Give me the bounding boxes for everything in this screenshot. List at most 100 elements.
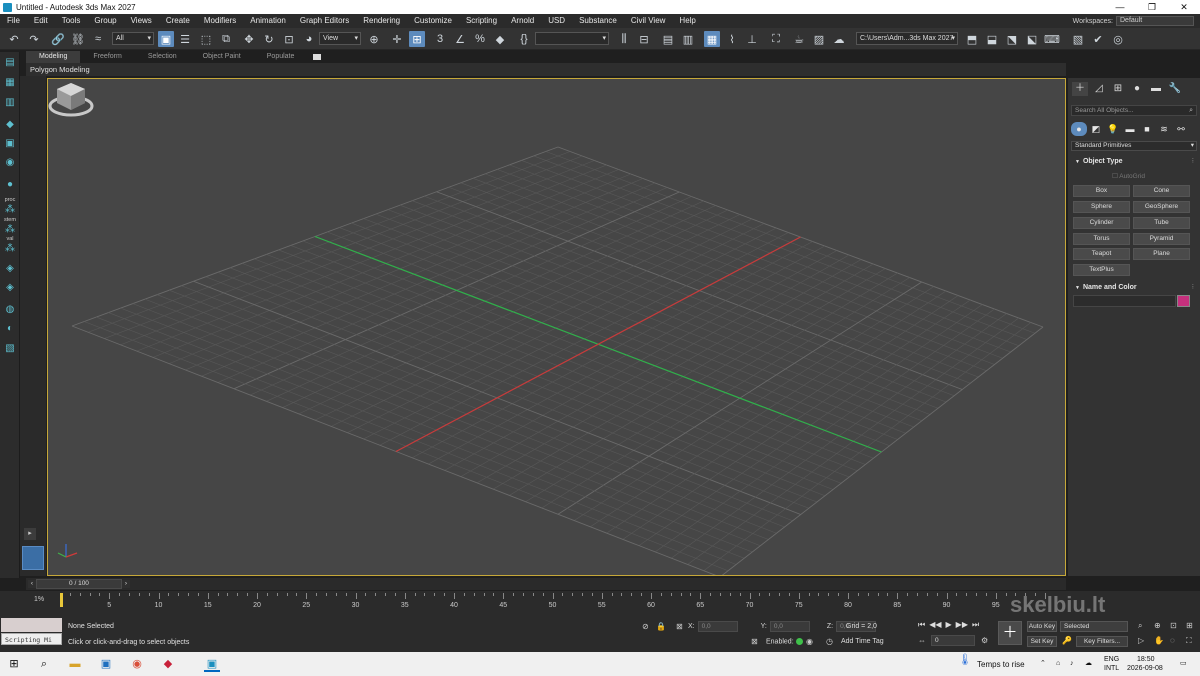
menu-edit[interactable]: Edit [27,14,55,28]
hide-icon[interactable]: ◍ [3,303,17,316]
key-selection-dropdown[interactable]: Selected [1060,621,1128,632]
helper-filter-icon[interactable]: ⁂ [3,203,17,216]
menu-substance[interactable]: Substance [572,14,624,28]
next-frame-arrow-icon[interactable]: › [122,580,130,588]
cylinder-button[interactable]: Cylinder [1073,217,1130,229]
material-editor-icon[interactable]: ⛶ [768,31,784,47]
name-and-color-rollout[interactable]: ▼ Name and Color ⁝ [1071,282,1197,293]
schematic-view-icon[interactable]: ⊥ [744,31,760,47]
textplus-button[interactable]: TextPlus [1073,264,1130,276]
rotate-icon[interactable]: ↻ [261,31,277,47]
rectangular-region-icon[interactable]: ⬚ [198,31,214,47]
search-objects-input[interactable]: Search All Objects... ⌕ [1071,105,1197,116]
geometry-filter-icon[interactable]: ◆ [3,118,17,131]
tube-button[interactable]: Tube [1133,217,1190,229]
geosphere-button[interactable]: GeoSphere [1133,201,1190,213]
x-coordinate-field[interactable]: 0,0 [697,620,738,632]
check-icon[interactable]: ✔ [1090,31,1106,47]
placement-icon[interactable]: ◕ [301,31,317,47]
reference-coordinate-dropdown[interactable]: View [319,32,361,45]
xref-filter-icon[interactable]: ◈ [3,281,17,294]
set-key-button[interactable]: Set Key [1027,636,1057,647]
viewcube-icon[interactable] [48,79,94,119]
cameras-icon[interactable]: ▬ [1122,122,1138,136]
search-icon[interactable]: ⌕ [36,656,52,672]
unlink-icon[interactable]: ⛓ [70,31,86,47]
primitive-type-dropdown[interactable]: Standard Primitives [1071,141,1197,151]
torus-button[interactable]: Torus [1073,233,1130,245]
notifications-icon[interactable]: ▭ [1180,659,1187,668]
current-frame-input[interactable]: 0 [931,635,975,646]
chrome-icon[interactable]: ◉ [129,656,145,672]
maxscript-listener-input[interactable] [1,618,62,632]
save-file-icon[interactable]: ⬓ [984,31,1000,47]
box-button[interactable]: Box [1073,185,1130,197]
menu-customize[interactable]: Customize [407,14,459,28]
select-object-icon[interactable]: ▣ [158,31,174,47]
maximize-viewport-icon[interactable]: ⛶ [1186,636,1192,646]
time-tag-icon[interactable]: ◷ [826,637,833,647]
key-icon[interactable]: 🔑 [1062,636,1072,646]
volume-icon[interactable]: ♪ [1070,659,1074,668]
play-icon[interactable]: ▶ [946,620,952,630]
menu-arnold[interactable]: Arnold [504,14,541,28]
pivot-center-icon[interactable]: ⊕ [366,31,382,47]
tab-object-paint[interactable]: Object Paint [190,51,254,63]
sphere-button[interactable]: Sphere [1073,201,1130,213]
key-mode-icon[interactable]: ⇔ [918,636,926,646]
weather-text[interactable]: Temps to rise [977,660,1025,669]
light-filter-icon[interactable]: ◉ [3,156,17,169]
project-icon[interactable]: ⬕ [1024,31,1040,47]
object-name-input[interactable] [1073,295,1176,307]
field-of-view-icon[interactable]: ▷ [1138,636,1144,646]
utilities-tab-icon[interactable]: 🔧 [1167,82,1183,96]
lights-icon[interactable]: 💡 [1105,122,1121,136]
viewport-layout-button[interactable] [22,546,44,570]
display-tab-icon[interactable]: ▬ [1148,82,1164,96]
orbit-icon[interactable]: ◌ [1170,636,1175,646]
move-icon[interactable]: ✥ [241,31,257,47]
time-config-icon[interactable]: ⚙ [981,636,988,646]
menu-usd[interactable]: USD [541,14,572,28]
align-icon[interactable]: ⊟ [636,31,652,47]
folder-icon[interactable]: ⬔ [1004,31,1020,47]
isolate-icon[interactable]: ⊘ [642,622,649,632]
window-crossing-icon[interactable]: ⧉ [218,31,234,47]
menu-scripting[interactable]: Scripting [459,14,504,28]
freeze-icon[interactable]: ◐ [3,322,17,335]
menu-views[interactable]: Views [124,14,159,28]
space-warps-icon[interactable]: ≋ [1156,122,1172,136]
menu-rendering[interactable]: Rendering [356,14,407,28]
sort-icon[interactable]: ▥ [3,96,17,109]
tab-modeling[interactable]: Modeling [26,51,81,63]
next-frame-icon[interactable]: ▶▶ [956,620,968,630]
shape-filter-icon[interactable]: ▣ [3,137,17,150]
layer-icon[interactable]: ▦ [3,76,17,89]
bind-space-warp-icon[interactable]: ≈ [90,31,106,47]
go-to-end-icon[interactable]: ⏭ [972,620,979,630]
perspective-viewport[interactable] [47,78,1066,576]
rendered-frame-window-icon[interactable]: ▨ [811,31,827,47]
add-time-tag[interactable]: Add Time Tag [841,638,884,645]
scripting-mini-listener[interactable]: Scripting Mi [1,633,62,645]
store-icon[interactable]: ▣ [98,656,114,672]
menu-create[interactable]: Create [159,14,197,28]
menu-modifiers[interactable]: Modifiers [197,14,243,28]
absolute-mode-icon[interactable]: ⊠ [676,622,683,632]
menu-graph-editors[interactable]: Graph Editors [293,14,356,28]
scale-icon[interactable]: ⊡ [281,31,297,47]
redo-icon[interactable]: ↷ [26,31,42,47]
tab-freeform[interactable]: Freeform [80,51,134,63]
menu-group[interactable]: Group [87,14,123,28]
y-coordinate-field[interactable]: 0,0 [769,620,810,632]
menu-help[interactable]: Help [672,14,702,28]
close-button[interactable]: ✕ [1168,0,1200,14]
previous-frame-icon[interactable]: ◀◀ [929,620,941,630]
keyboard-layout[interactable]: INTL [1104,664,1119,673]
mirror-icon[interactable]: ⫼ [616,31,632,47]
auto-key-button[interactable]: Auto Key [1027,621,1057,632]
language-code[interactable]: ENG [1104,655,1119,664]
spacewarp-filter-icon[interactable]: ⁂ [3,223,17,236]
open-file-icon[interactable]: ⬒ [964,31,980,47]
hierarchy-tab-icon[interactable]: ⊞ [1110,82,1126,96]
